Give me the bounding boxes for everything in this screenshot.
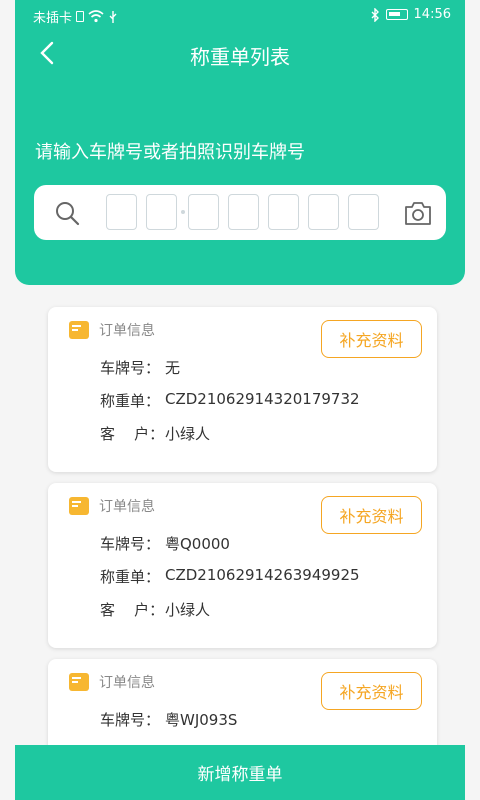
- plate-cell-6[interactable]: [308, 194, 339, 230]
- order-value: CZD21062914320179732: [165, 390, 360, 408]
- navbar: 称重单列表: [15, 32, 465, 76]
- usb-icon: [109, 10, 117, 23]
- plate-label: 车牌号：: [100, 711, 161, 729]
- wifi-icon: [88, 10, 104, 23]
- plate-cell-1[interactable]: [106, 194, 137, 230]
- card-header-label: 订单信息: [99, 323, 155, 339]
- battery-icon: [385, 9, 408, 20]
- order-value: CZD21062914263949925: [165, 566, 360, 584]
- plate-cell-3[interactable]: [188, 194, 219, 230]
- bluetooth-icon: [371, 7, 379, 22]
- card-header-label: 订单信息: [99, 675, 155, 691]
- order-label: 称重单：: [100, 568, 161, 586]
- weighing-order-list: 订单信息 补充资料 车牌号：无 称重单： CZD21062914320179732…: [48, 307, 437, 800]
- carrier-text: 未插卡: [33, 11, 73, 26]
- customer-label: 客 户：: [100, 425, 165, 443]
- document-icon: [69, 497, 89, 515]
- header-panel: 未插卡 14:56 称重单列表 请输入车牌号或者拍照识别车牌号: [15, 0, 465, 285]
- customer-value: 小绿人: [165, 601, 211, 619]
- plate-cells: [106, 194, 388, 230]
- plate-cell-7[interactable]: [348, 194, 379, 230]
- plate-separator-dot: [181, 210, 185, 214]
- order-card[interactable]: 订单信息 补充资料 车牌号： 粤Q0000 称重单： CZD210629142639…: [48, 483, 437, 648]
- plate-label: 车牌号：: [100, 359, 161, 377]
- plate-label: 车牌号：: [100, 535, 161, 553]
- customer-value: 小绿人: [165, 425, 211, 443]
- plate-cell-5[interactable]: [268, 194, 299, 230]
- search-icon[interactable]: [54, 200, 80, 226]
- supplement-info-button[interactable]: 补充资料: [321, 672, 422, 710]
- page-title: 称重单列表: [190, 45, 290, 69]
- plate-value: 无: [165, 359, 181, 377]
- search-prompt: 请输入车牌号或者拍照识别车牌号: [35, 142, 305, 163]
- customer-label: 客 户：: [100, 601, 165, 619]
- status-bar: 未插卡 14:56: [15, 0, 465, 30]
- plate-value: 粤WJ093S: [165, 711, 238, 729]
- clock-text: 14:56: [413, 7, 451, 22]
- camera-icon[interactable]: [404, 200, 432, 226]
- add-weighing-order-button[interactable]: 新增称重单: [15, 745, 465, 800]
- supplement-info-button[interactable]: 补充资料: [321, 320, 422, 358]
- plate-cell-4[interactable]: [228, 194, 259, 230]
- order-label: 称重单：: [100, 392, 161, 410]
- sim-icon: [76, 11, 85, 22]
- supplement-info-button[interactable]: 补充资料: [321, 496, 422, 534]
- plate-cell-2[interactable]: [146, 194, 177, 230]
- card-header-label: 订单信息: [99, 499, 155, 515]
- document-icon: [69, 321, 89, 339]
- order-card[interactable]: 订单信息 补充资料 车牌号：无 称重单： CZD21062914320179732…: [48, 307, 437, 472]
- document-icon: [69, 673, 89, 691]
- plate-value: 粤Q0000: [165, 535, 230, 553]
- plate-search-box[interactable]: [34, 185, 446, 240]
